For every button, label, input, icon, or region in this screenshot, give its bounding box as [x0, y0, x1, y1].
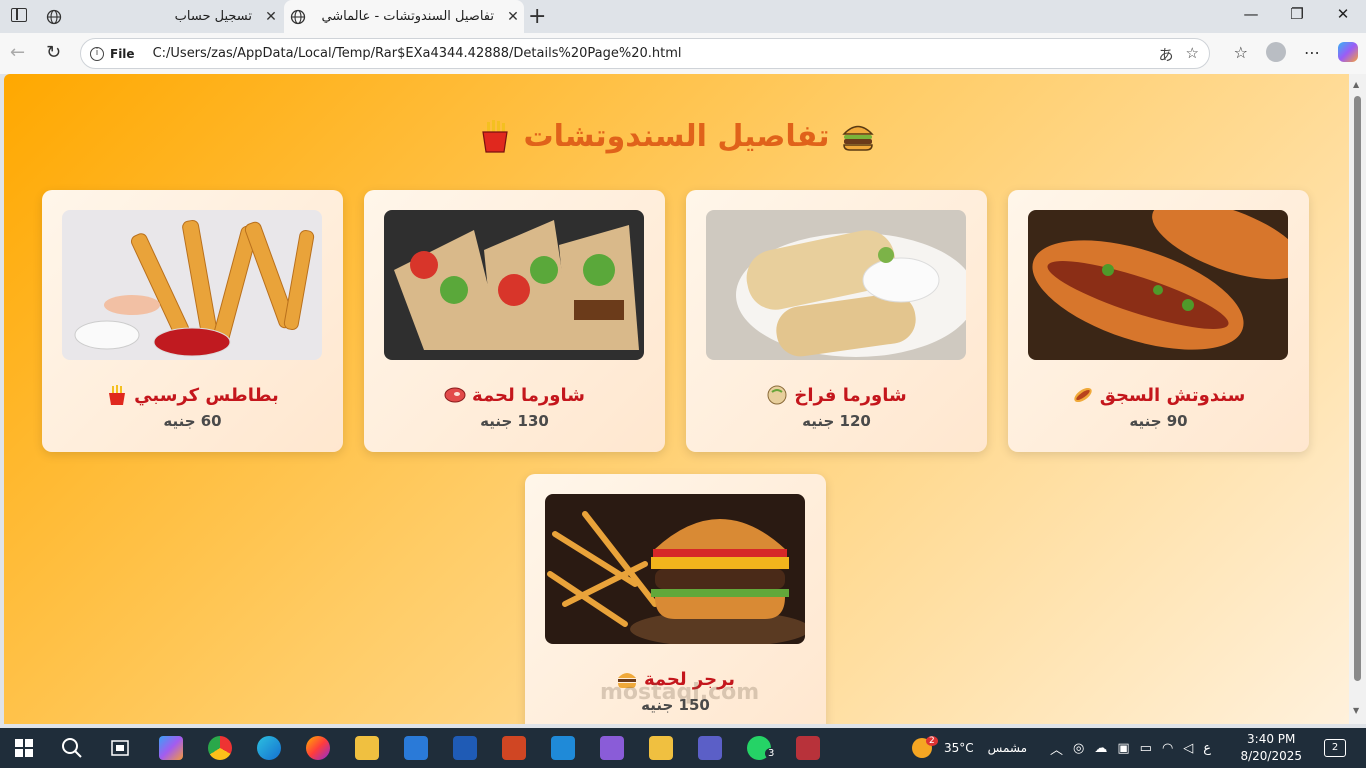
scroll-thumb[interactable] — [1354, 96, 1361, 681]
cloud-icon[interactable]: ☁ — [1094, 741, 1107, 756]
hotdog-icon — [1074, 387, 1092, 403]
battery-icon[interactable]: ▭ — [1140, 741, 1152, 756]
teams-icon[interactable] — [698, 736, 722, 760]
winrar-icon[interactable] — [796, 736, 820, 760]
product-card[interactable]: سندوتش السجق 90 جنيه — [1008, 190, 1309, 452]
clock[interactable]: 3:40 PM 8/20/2025 — [1240, 731, 1302, 765]
new-tab-icon[interactable]: + — [528, 4, 546, 29]
page-title: تفاصيل السندوتشات — [4, 118, 1349, 154]
visual-studio-icon[interactable] — [600, 736, 624, 760]
page-viewport: تفاصيل السندوتشات سندوتش السجق 90 جنيه ش… — [4, 74, 1349, 724]
fries-icon — [109, 385, 126, 405]
close-tab-icon[interactable]: ✕ — [260, 9, 282, 25]
sidebar-toggle-icon[interactable] — [11, 8, 27, 22]
product-card[interactable]: شاورما فراخ 120 جنيه — [686, 190, 987, 452]
back-icon[interactable]: ← — [10, 42, 25, 63]
info-icon[interactable]: i — [90, 46, 104, 61]
taskbar: 3 2 35°C مشمس ︿ ◎ ☁ ▣ ▭ ◠ ◁ ع 3:40 PM 8/… — [0, 728, 1366, 768]
url-input[interactable]: i File C:/Users/zas/AppData/Local/Temp/R… — [80, 38, 1210, 69]
tab-details[interactable]: تفاصيل السندوتشات - عالماشي ✕ — [284, 0, 524, 33]
copilot-icon[interactable] — [1338, 42, 1358, 62]
weather-temp: 35°C — [944, 741, 974, 755]
minimize-icon[interactable]: — — [1228, 5, 1274, 23]
product-price: 60 جنيه — [163, 412, 222, 430]
profile-avatar[interactable] — [1266, 42, 1286, 62]
product-image — [545, 494, 805, 644]
vscode-icon[interactable] — [551, 736, 575, 760]
folder-icon[interactable] — [649, 736, 673, 760]
weather-widget[interactable]: 2 35°C مشمس — [912, 728, 1027, 768]
close-window-icon[interactable]: ✕ — [1320, 5, 1366, 23]
product-price: 130 جنيه — [480, 412, 549, 430]
read-aloud-icon[interactable]: あ — [1159, 44, 1174, 65]
store-icon[interactable] — [404, 736, 428, 760]
weather-badge: 2 — [926, 736, 938, 746]
scroll-up-icon[interactable]: ▲ — [1353, 80, 1359, 89]
product-card[interactable]: شاورما لحمة 130 جنيه — [364, 190, 665, 452]
product-image — [62, 210, 322, 360]
url-text[interactable]: C:/Users/zas/AppData/Local/Temp/Rar$EXa4… — [153, 46, 682, 61]
product-name: سندوتش السجق — [1008, 384, 1309, 406]
url-scheme: File — [110, 46, 135, 61]
volume-icon[interactable]: ◁ — [1183, 741, 1193, 756]
favorite-star-icon[interactable]: ☆ — [1186, 44, 1199, 65]
product-name: بطاطس كرسبي — [42, 384, 343, 406]
page-title-text: تفاصيل السندوتشات — [523, 118, 830, 154]
meat-icon — [444, 387, 466, 403]
reload-icon[interactable]: ↻ — [46, 42, 61, 63]
language-indicator[interactable]: ع — [1203, 741, 1211, 756]
page-scrollbar[interactable]: ▲ ▼ — [1349, 74, 1366, 724]
notifications-icon[interactable]: 2 — [1324, 739, 1346, 757]
product-price: 120 جنيه — [802, 412, 871, 430]
watermark: mostaql.com — [600, 680, 760, 705]
product-name: شاورما لحمة — [364, 384, 665, 406]
product-card[interactable]: بطاطس كرسبي 60 جنيه — [42, 190, 343, 452]
word-icon[interactable] — [453, 736, 477, 760]
chrome-icon[interactable] — [208, 736, 232, 760]
copilot-app-icon[interactable] — [159, 736, 183, 760]
product-name: شاورما فراخ — [686, 384, 987, 406]
task-view-icon[interactable] — [110, 738, 130, 758]
powerpoint-icon[interactable] — [502, 736, 526, 760]
favorites-icon[interactable]: ☆ — [1234, 43, 1248, 62]
firefox-icon[interactable] — [306, 736, 330, 760]
product-image — [706, 210, 966, 360]
weather-label: مشمس — [987, 741, 1028, 755]
fries-icon — [482, 120, 509, 153]
tab-title: تسجيل حساب — [174, 9, 252, 24]
burger-icon — [841, 125, 874, 151]
system-tray: ︿ ◎ ☁ ▣ ▭ ◠ ◁ ع — [1050, 728, 1211, 768]
edge-icon[interactable] — [257, 736, 281, 760]
tab-strip: تسجيل حساب ✕ تفاصيل السندوتشات - عالماشي… — [0, 0, 1366, 33]
product-image — [384, 210, 644, 360]
whatsapp-badge: 3 — [765, 748, 778, 759]
file-explorer-icon[interactable] — [355, 736, 379, 760]
address-bar-row: ← ↻ i File C:/Users/zas/AppData/Local/Te… — [0, 33, 1366, 74]
display-icon[interactable]: ▣ — [1117, 741, 1129, 756]
globe-icon — [40, 9, 68, 25]
product-price: 90 جنيه — [1129, 412, 1188, 430]
restore-icon[interactable]: ❐ — [1274, 5, 1320, 23]
tab-register[interactable]: تسجيل حساب ✕ — [40, 0, 282, 33]
product-image — [1028, 210, 1288, 360]
globe-icon — [284, 9, 312, 25]
windows-start-icon[interactable] — [15, 739, 33, 757]
scroll-down-icon[interactable]: ▼ — [1353, 706, 1359, 715]
clock-date: 8/20/2025 — [1240, 749, 1302, 763]
clock-time: 3:40 PM — [1247, 732, 1296, 746]
close-tab-icon[interactable]: ✕ — [502, 9, 524, 25]
wifi-icon[interactable]: ◠ — [1162, 741, 1173, 756]
chevron-up-icon[interactable]: ︿ — [1050, 739, 1063, 758]
tab-title: تفاصيل السندوتشات - عالماشي — [321, 9, 494, 24]
more-menu-icon[interactable]: ⋯ — [1304, 43, 1320, 62]
camera-icon[interactable]: ◎ — [1073, 741, 1084, 756]
wrap-icon — [767, 385, 787, 405]
search-icon[interactable] — [61, 737, 83, 759]
